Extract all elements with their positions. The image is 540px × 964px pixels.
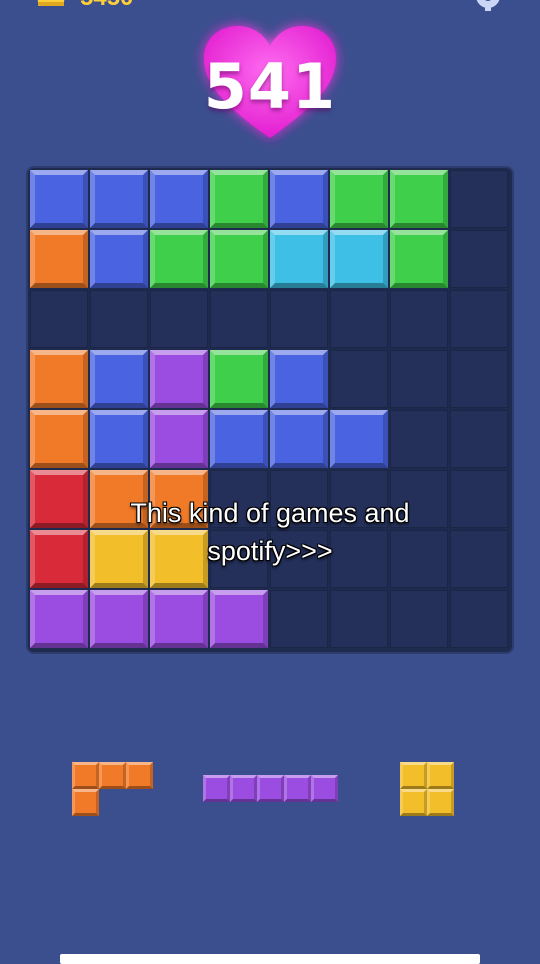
video-caption: This kind of games and spotify>>> bbox=[0, 494, 540, 570]
current-score: 541 bbox=[203, 50, 337, 123]
filled-block bbox=[150, 590, 208, 648]
filled-block bbox=[330, 230, 388, 288]
empty-cell bbox=[390, 410, 448, 468]
caption-line-2: spotify>>> bbox=[207, 536, 333, 566]
empty-cell bbox=[450, 410, 508, 468]
crown-icon bbox=[37, 0, 65, 6]
piece-block bbox=[427, 762, 454, 789]
filled-block bbox=[90, 410, 148, 468]
empty-cell bbox=[450, 230, 508, 288]
empty-cell bbox=[90, 290, 148, 348]
gear-icon[interactable] bbox=[470, 0, 506, 14]
filled-block bbox=[270, 410, 328, 468]
empty-cell bbox=[330, 590, 388, 648]
empty-cell bbox=[390, 590, 448, 648]
filled-block bbox=[150, 170, 208, 228]
filled-block bbox=[150, 410, 208, 468]
filled-block bbox=[30, 350, 88, 408]
filled-block bbox=[90, 350, 148, 408]
empty-cell bbox=[450, 290, 508, 348]
game-board[interactable] bbox=[28, 168, 512, 652]
empty-cell bbox=[450, 590, 508, 648]
empty-cell bbox=[390, 290, 448, 348]
filled-block bbox=[270, 230, 328, 288]
filled-block bbox=[390, 230, 448, 288]
filled-block bbox=[90, 170, 148, 228]
empty-cell bbox=[150, 290, 208, 348]
filled-block bbox=[150, 230, 208, 288]
piece-block bbox=[284, 775, 311, 802]
filled-block bbox=[390, 170, 448, 228]
filled-block bbox=[30, 410, 88, 468]
piece-block bbox=[230, 775, 257, 802]
top-bar: 5450 bbox=[0, 0, 540, 20]
filled-block bbox=[30, 170, 88, 228]
filled-block bbox=[90, 590, 148, 648]
piece-block bbox=[311, 775, 338, 802]
filled-block bbox=[210, 350, 268, 408]
empty-cell bbox=[450, 350, 508, 408]
empty-cell bbox=[330, 350, 388, 408]
score-heart: 541 bbox=[198, 20, 342, 146]
piece-block bbox=[72, 762, 99, 789]
piece-block bbox=[257, 775, 284, 802]
best-score: 5450 bbox=[80, 0, 133, 10]
filled-block bbox=[150, 350, 208, 408]
piece-block bbox=[400, 762, 427, 789]
empty-cell bbox=[270, 590, 328, 648]
piece-block bbox=[427, 789, 454, 816]
filled-block bbox=[330, 410, 388, 468]
empty-cell bbox=[450, 170, 508, 228]
piece-block bbox=[72, 789, 99, 816]
filled-block bbox=[30, 230, 88, 288]
ad-banner[interactable] bbox=[60, 954, 480, 964]
filled-block bbox=[210, 590, 268, 648]
filled-block bbox=[210, 170, 268, 228]
empty-cell bbox=[210, 290, 268, 348]
filled-block bbox=[210, 230, 268, 288]
caption-line-1: This kind of games and bbox=[130, 498, 410, 528]
filled-block bbox=[90, 230, 148, 288]
empty-cell bbox=[390, 350, 448, 408]
empty-cell bbox=[30, 290, 88, 348]
piece-block bbox=[126, 762, 153, 789]
filled-block bbox=[210, 410, 268, 468]
filled-block bbox=[30, 590, 88, 648]
piece-block bbox=[99, 762, 126, 789]
filled-block bbox=[270, 350, 328, 408]
empty-cell bbox=[270, 290, 328, 348]
filled-block bbox=[270, 170, 328, 228]
empty-cell bbox=[330, 290, 388, 348]
filled-block bbox=[330, 170, 388, 228]
piece-block bbox=[203, 775, 230, 802]
piece-block bbox=[400, 789, 427, 816]
